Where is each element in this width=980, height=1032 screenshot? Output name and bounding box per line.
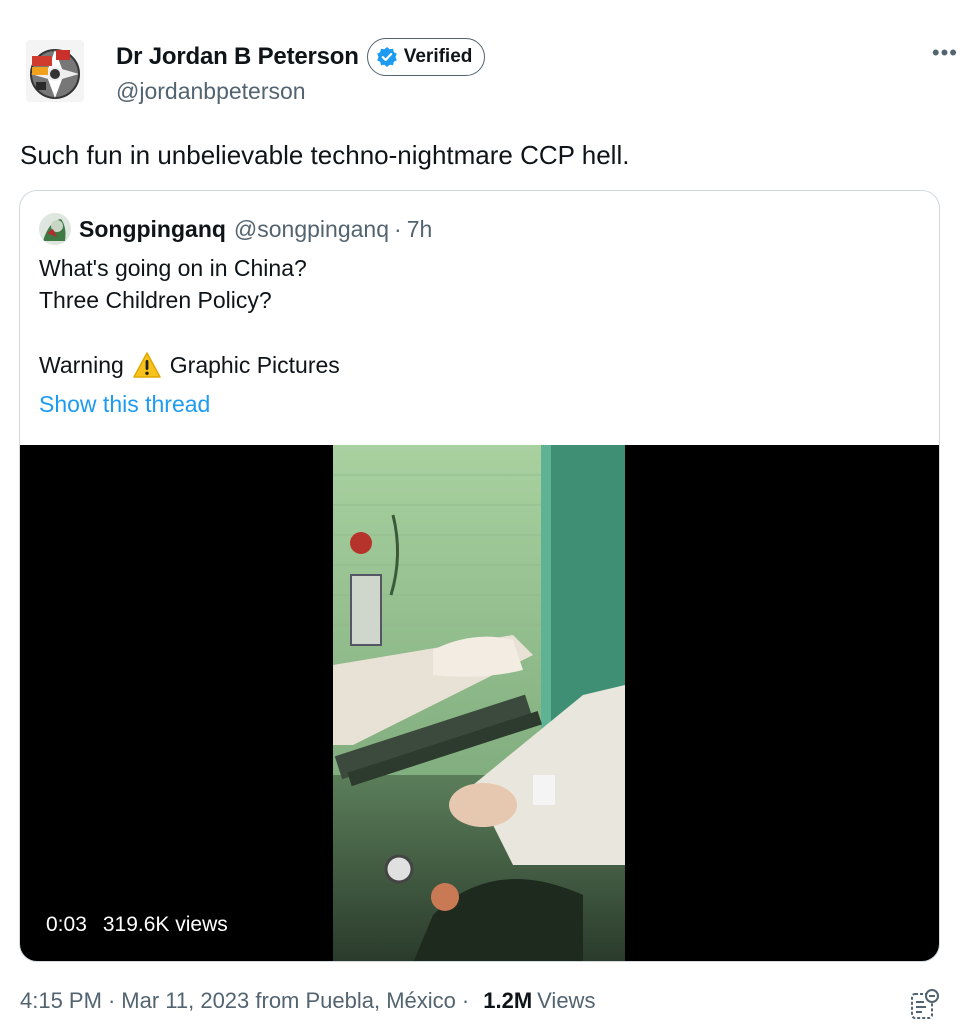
views-count: 1.2M (483, 988, 533, 1013)
name-row: Dr Jordan B Peterson Verified (116, 38, 486, 76)
quoted-header: Songpinganq @songpinganq · 7h (39, 213, 432, 245)
tweet-time[interactable]: 4:15 PM (20, 988, 102, 1014)
video-overlay: 0:03 319.6K views (46, 913, 228, 937)
tweet-text: Such fun in unbelievable techno-nightmar… (20, 140, 630, 170)
quoted-handle[interactable]: @songpinganq (234, 216, 389, 243)
more-icon[interactable]: ••• (932, 40, 958, 66)
show-thread-link[interactable]: Show this thread (39, 391, 210, 418)
tweet-header: Dr Jordan B Peterson Verified @jordanbpe… (20, 32, 960, 112)
tweet-footer: 4:15 PM · Mar 11, 2023 from Puebla, Méxi… (20, 988, 595, 1014)
quoted-text-line-2: Three Children Policy? (39, 287, 272, 313)
analytics-icon[interactable] (910, 988, 940, 1020)
author-avatar[interactable] (26, 40, 84, 102)
quoted-text-line-1: What's going on in China? (39, 255, 307, 281)
warning-text-after: Graphic Pictures (169, 351, 340, 378)
warning-text-before: Warning (39, 351, 124, 378)
author-handle[interactable]: @jordanbpeterson (116, 78, 306, 105)
views-label: Views (537, 988, 596, 1013)
quoted-avatar[interactable] (39, 213, 71, 245)
verified-badge-icon (376, 47, 397, 67)
author-display-name[interactable]: Dr Jordan B Peterson (116, 43, 359, 71)
tweet-date-location[interactable]: Mar 11, 2023 from Puebla, México (121, 988, 456, 1014)
video-views: 319.6K views (102, 913, 228, 936)
warning-icon (133, 352, 161, 378)
quoted-warning-line: Warning Graphic Pictures (39, 351, 340, 379)
verified-label: Verified (403, 46, 473, 67)
video-duration: 0:03 (46, 913, 87, 936)
footer-separator-2: · (461, 988, 470, 1013)
quoted-tweet[interactable]: Songpinganq @songpinganq · 7h What's goi… (19, 190, 940, 962)
quoted-time[interactable]: 7h (407, 216, 433, 243)
footer-separator-1: · (107, 988, 116, 1013)
video-frame (333, 445, 625, 961)
video-player[interactable]: 0:03 319.6K views (20, 445, 939, 961)
verified-badge[interactable]: Verified (366, 38, 486, 76)
quoted-display-name[interactable]: Songpinganq (79, 216, 226, 243)
quoted-separator: · (394, 215, 402, 242)
